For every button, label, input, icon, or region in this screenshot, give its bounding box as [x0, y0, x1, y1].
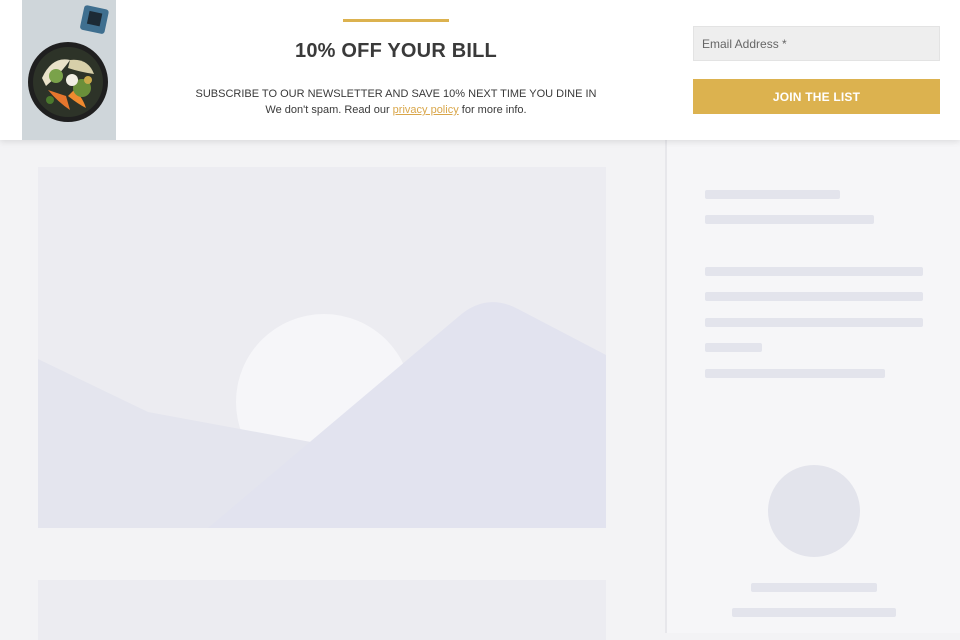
join-list-button[interactable]: JOIN THE LIST	[693, 79, 940, 114]
privacy-note-prefix: We don't spam. Read our	[265, 104, 390, 116]
skeleton-line	[705, 343, 762, 352]
privacy-note: We don't spam. Read our privacy policy f…	[156, 103, 636, 117]
skeleton-line	[705, 318, 923, 327]
accent-divider	[343, 19, 449, 22]
privacy-policy-link[interactable]: privacy policy	[393, 104, 459, 116]
privacy-note-suffix: for more info.	[461, 104, 527, 116]
food-bowl-image	[22, 0, 116, 140]
skeleton-line	[705, 267, 923, 276]
image-placeholder-icon	[38, 167, 606, 528]
newsletter-banner: 10% OFF YOUR BILL SUBSCRIBE TO OUR NEWSL…	[0, 0, 960, 140]
skeleton-line	[705, 190, 840, 199]
skeleton-line	[751, 583, 877, 592]
email-field[interactable]	[693, 26, 940, 61]
newsletter-title: 10% OFF YOUR BILL	[295, 40, 497, 62]
avatar-placeholder	[768, 465, 860, 557]
skeleton-line	[705, 215, 874, 224]
skeleton-line	[705, 369, 885, 378]
skeleton-line	[705, 292, 923, 301]
skeleton-line	[732, 608, 896, 617]
newsletter-subtitle: SUBSCRIBE TO OUR NEWSLETTER AND SAVE 10%…	[195, 88, 597, 100]
content-placeholder	[38, 580, 606, 640]
food-bowl-icon	[22, 0, 116, 140]
hero-image-placeholder	[38, 167, 606, 528]
